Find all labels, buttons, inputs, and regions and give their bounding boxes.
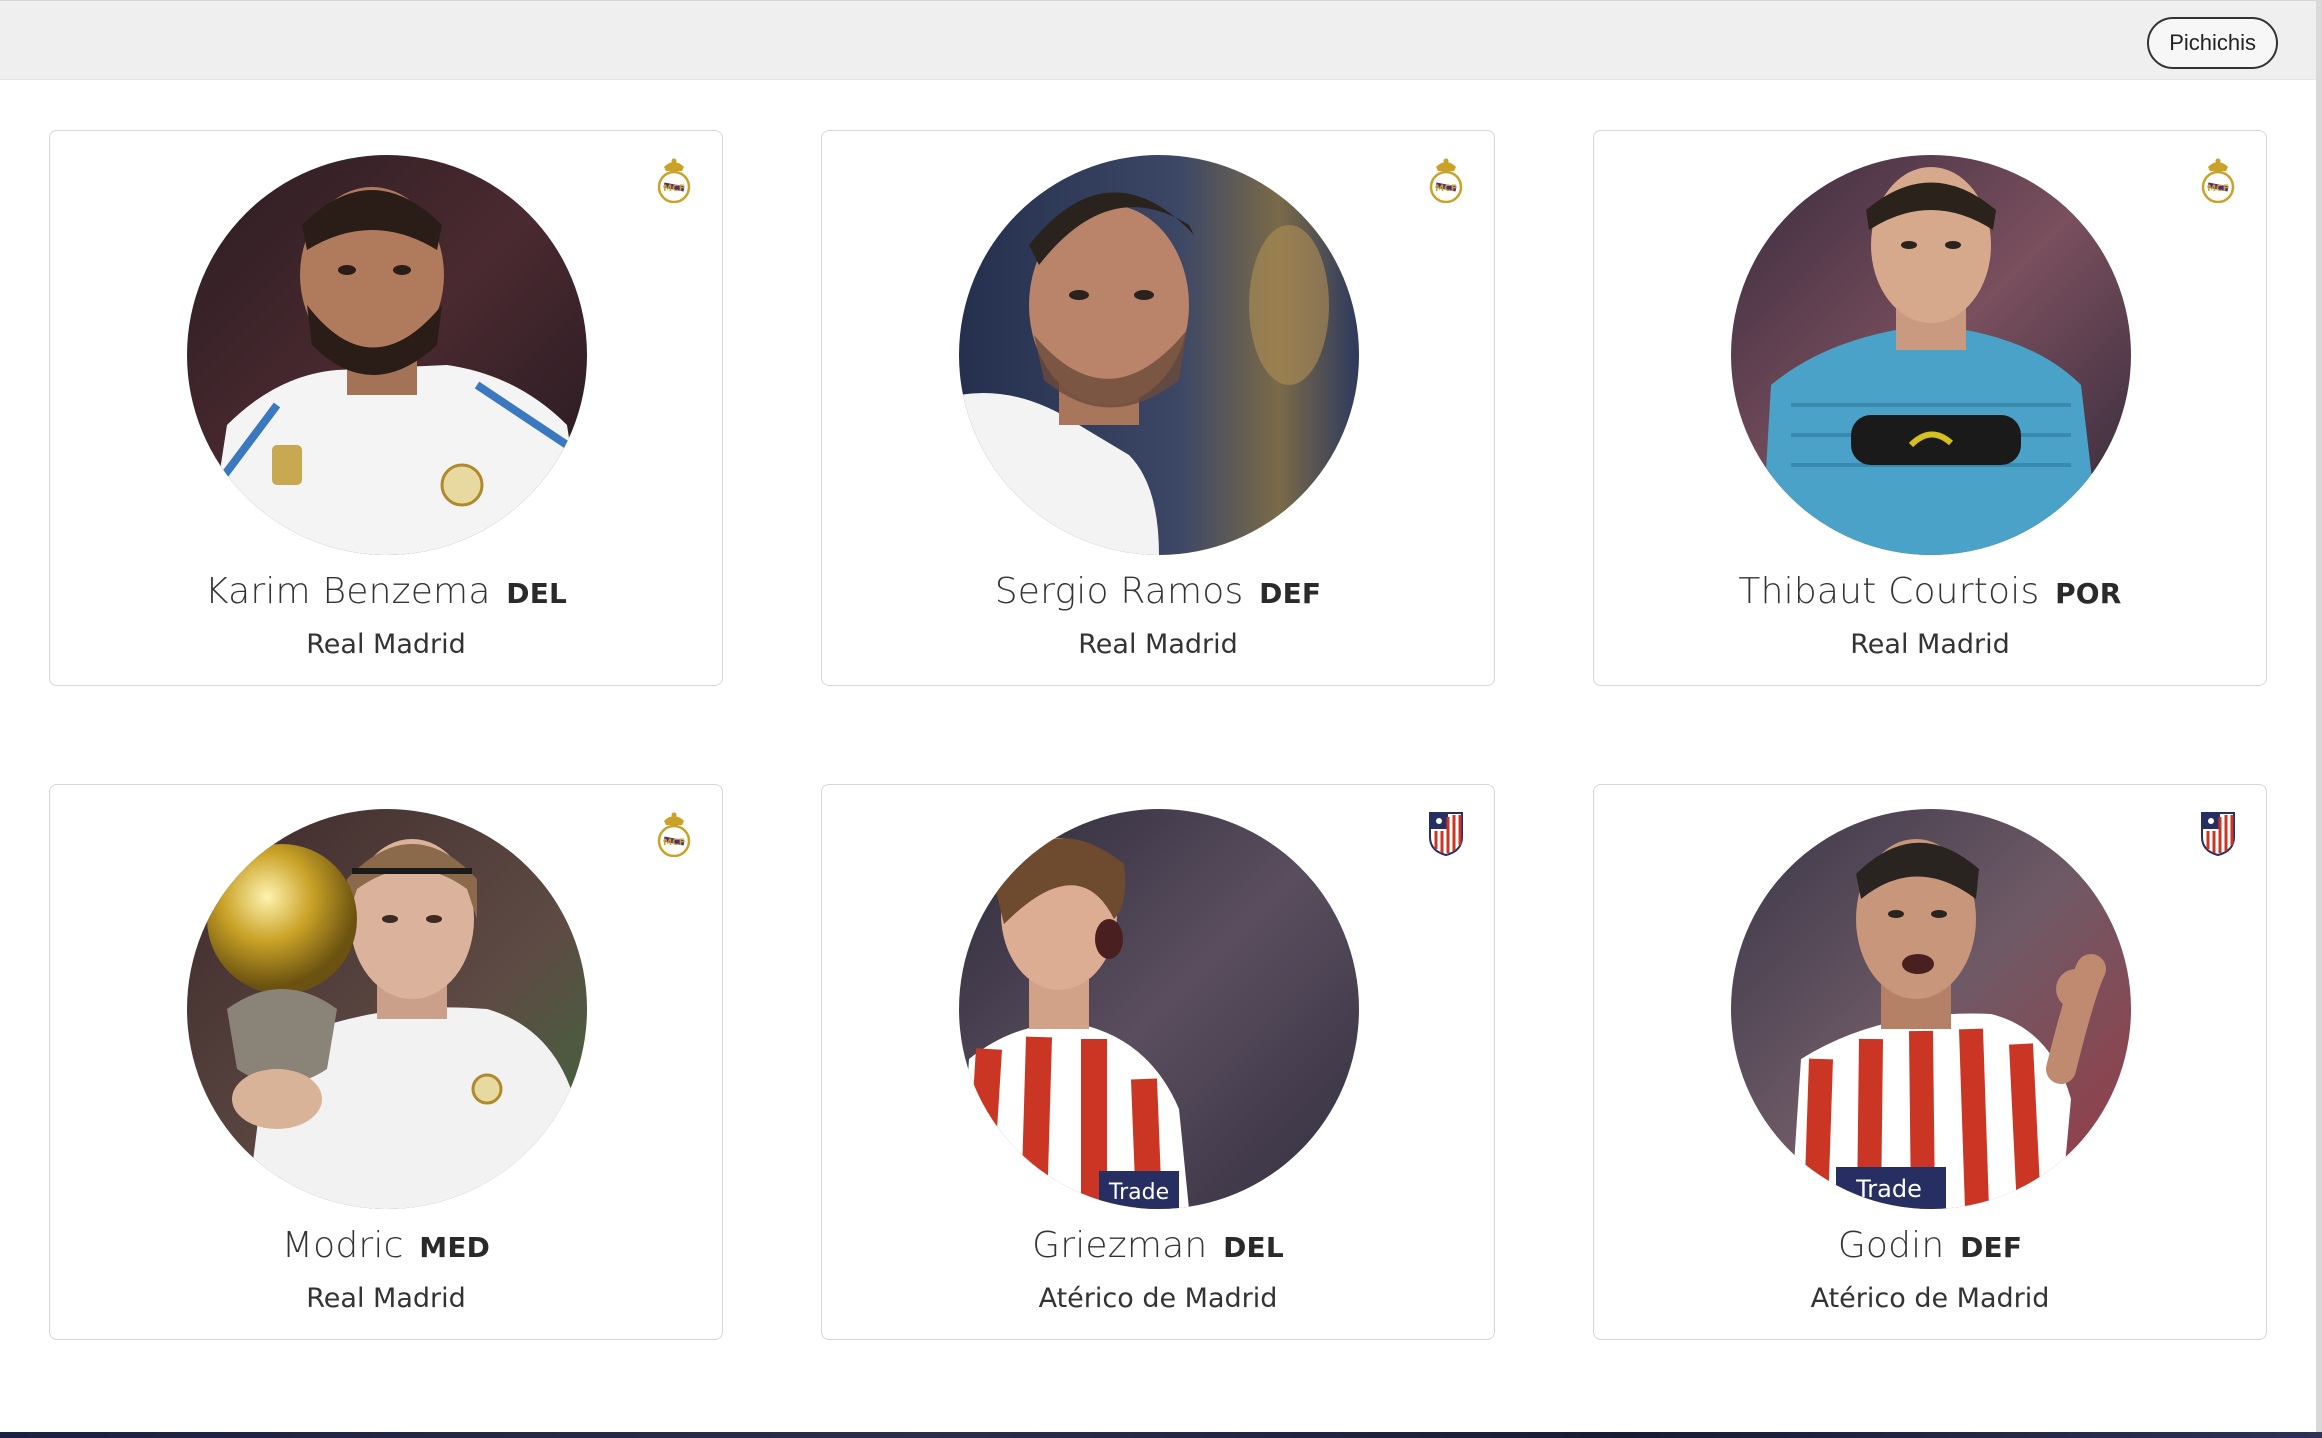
player-position: DEL: [506, 577, 568, 610]
player-team: Real Madrid: [306, 1283, 466, 1314]
player-position: POR: [2055, 577, 2122, 610]
player-team: Atérico de Madrid: [1810, 1283, 2050, 1314]
real-madrid-crest-icon: MCF: [656, 809, 692, 858]
svg-text:MCF: MCF: [2207, 184, 2229, 194]
player-name-line: Griezman DEL: [822, 1225, 1494, 1266]
player-name: Sergio Ramos: [994, 571, 1244, 612]
player-photo: [187, 809, 587, 1209]
player-name-line: Godin DEF: [1594, 1225, 2266, 1266]
player-card[interactable]: Trade Griezman DEL Atérico de Madrid: [821, 784, 1495, 1340]
player-card[interactable]: MCF Thibaut Courtois POR Real Madrid: [1593, 130, 2267, 686]
real-madrid-crest-icon: MCF: [656, 155, 692, 204]
real-madrid-crest-icon: MCF: [1428, 155, 1464, 204]
player-photo: [187, 155, 587, 555]
player-position: DEL: [1223, 1231, 1284, 1264]
pichichis-button[interactable]: Pichichis: [2147, 17, 2278, 69]
player-photo: [959, 155, 1359, 555]
player-name: Modric: [281, 1225, 404, 1266]
player-photo: Trade: [959, 809, 1359, 1209]
player-photo: Trade: [1731, 809, 2131, 1209]
real-madrid-crest-icon: MCF: [2200, 155, 2236, 204]
player-name: Karim Benzema: [204, 571, 491, 612]
player-position: DEF: [1960, 1231, 2023, 1264]
player-team: Real Madrid: [1078, 629, 1238, 660]
svg-text:MCF: MCF: [1435, 184, 1457, 194]
player-team: Real Madrid: [1850, 629, 2010, 660]
top-navbar: Pichichis: [0, 0, 2322, 80]
player-team: Atérico de Madrid: [1038, 1283, 1278, 1314]
desktop-background-strip: [0, 1432, 2322, 1438]
player-name: Godin: [1837, 1225, 1945, 1266]
atletico-madrid-crest-icon: [1428, 809, 1464, 857]
svg-text:Trade: Trade: [1108, 1180, 1169, 1205]
player-card[interactable]: MCF Sergio Ramos DEF Real Madrid: [821, 130, 1495, 686]
player-position: DEF: [1259, 577, 1322, 610]
player-name-line: Sergio Ramos DEF: [822, 571, 1494, 612]
player-name-line: Thibaut Courtois POR: [1594, 571, 2266, 612]
atletico-madrid-crest-icon: [2200, 809, 2236, 857]
svg-text:Trade: Trade: [1855, 1175, 1922, 1203]
player-name-line: Modric MED: [50, 1225, 722, 1266]
player-card[interactable]: Trade Godin DEF Atérico de Madrid: [1593, 784, 2267, 1340]
player-name-line: Karim Benzema DEL: [50, 571, 722, 612]
window-edge: [2316, 0, 2322, 1438]
svg-text:MCF: MCF: [663, 184, 685, 194]
player-name: Griezman: [1032, 1225, 1208, 1266]
player-photo: [1731, 155, 2131, 555]
player-position: MED: [419, 1231, 491, 1264]
player-team: Real Madrid: [306, 629, 466, 660]
player-card[interactable]: MCF Karim Benzema DEL Real Madrid: [49, 130, 723, 686]
svg-text:MCF: MCF: [663, 838, 685, 848]
player-card[interactable]: MCF Modric MED Real Madrid: [49, 784, 723, 1340]
player-name: Thibaut Courtois: [1738, 571, 2040, 612]
